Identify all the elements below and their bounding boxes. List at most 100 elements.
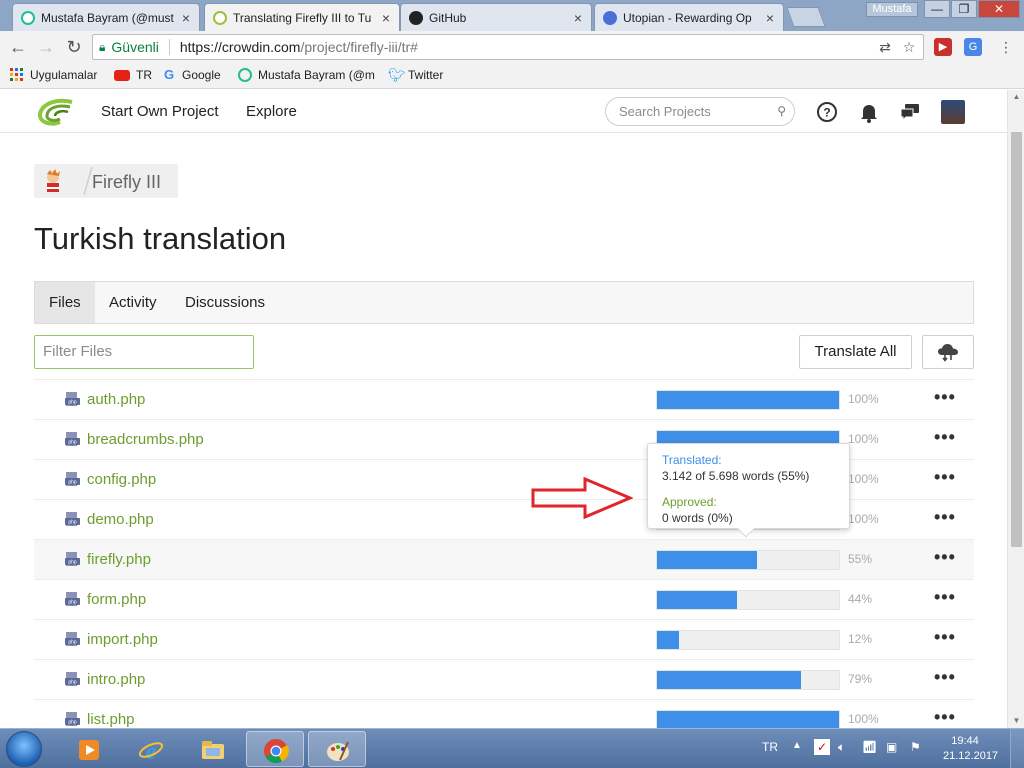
breadcrumb-project-link[interactable]: Firefly III [92, 172, 161, 193]
media-player-icon [79, 740, 99, 760]
more-options-icon[interactable]: ••• [934, 547, 956, 568]
bookmark-youtube-tr[interactable]: TR [114, 68, 152, 82]
forward-button[interactable]: → [36, 37, 56, 57]
volume-icon[interactable]: 🔈︎ [838, 740, 845, 755]
file-name-link[interactable]: form.php [87, 591, 146, 608]
bookmark-steemit[interactable]: Mustafa Bayram (@m [238, 68, 375, 82]
search-projects-input[interactable]: Search Projects ⚲ [605, 97, 795, 126]
taskbar-file-explorer[interactable] [184, 731, 242, 767]
search-icon[interactable]: ⚲ [777, 98, 786, 125]
file-row[interactable]: php import.php 12% ••• [34, 619, 974, 659]
scrollbar-thumb[interactable] [1011, 132, 1022, 547]
browser-profile-button[interactable]: Mustafa [866, 2, 918, 17]
bookmark-star-icon[interactable]: ☆ [901, 39, 917, 55]
progress-fill [657, 711, 839, 728]
translate-all-button[interactable]: Translate All [799, 335, 912, 369]
action-center-flag-icon[interactable]: ⚑ [910, 740, 921, 754]
taskbar-media-player[interactable] [60, 731, 118, 767]
tab-activity[interactable]: Activity [95, 282, 171, 323]
file-row[interactable]: php firefly.php 55% ••• [34, 539, 974, 579]
scroll-up-icon[interactable]: ▲ [1008, 90, 1024, 104]
more-options-icon[interactable]: ••• [934, 507, 956, 528]
browser-toolbar: ← → ↻ 🔒︎ Güvenli https://crowdin.com/pro… [0, 31, 1024, 63]
progress-percent: 100% [848, 392, 879, 406]
new-tab-button[interactable] [786, 7, 826, 27]
close-tab-icon[interactable]: × [379, 10, 393, 26]
taskbar-clock[interactable]: 19:44 21.12.2017 [943, 734, 998, 764]
progress-bar [656, 710, 840, 728]
messages-icon[interactable] [899, 101, 921, 123]
more-options-icon[interactable]: ••• [934, 627, 956, 648]
user-avatar[interactable] [941, 100, 965, 124]
scroll-down-icon[interactable]: ▼ [1008, 714, 1024, 728]
taskbar-paint[interactable] [308, 731, 366, 767]
antivirus-icon[interactable]: ✓ [814, 739, 830, 755]
progress-percent: 100% [848, 472, 879, 486]
file-row[interactable]: php auth.php 100% ••• [34, 379, 974, 419]
close-tab-icon[interactable]: × [763, 10, 777, 26]
more-options-icon[interactable]: ••• [934, 387, 956, 408]
taskbar-internet-explorer[interactable]: e [122, 731, 180, 767]
svg-text:php: php [68, 680, 77, 686]
file-name-link[interactable]: import.php [87, 631, 158, 648]
reload-button[interactable]: ↻ [64, 37, 84, 57]
close-tab-icon[interactable]: × [571, 10, 585, 26]
file-name-link[interactable]: list.php [87, 711, 135, 728]
more-options-icon[interactable]: ••• [934, 467, 956, 488]
google-translate-extension-icon[interactable]: G [964, 38, 982, 56]
svg-text:php: php [68, 600, 77, 606]
file-name-link[interactable]: breadcrumbs.php [87, 431, 204, 448]
file-name-link[interactable]: config.php [87, 471, 156, 488]
php-file-icon: php [65, 632, 80, 646]
extension-record-icon[interactable]: ▶ [934, 38, 952, 56]
bookmark-apps[interactable]: Uygulamalar [10, 68, 97, 82]
close-tab-icon[interactable]: × [179, 10, 193, 26]
browser-tab-steemit[interactable]: Mustafa Bayram (@must × [12, 3, 200, 31]
more-options-icon[interactable]: ••• [934, 707, 956, 728]
close-window-button[interactable]: ✕ [978, 0, 1020, 18]
translate-page-icon[interactable]: ⇄ [877, 39, 893, 55]
more-options-icon[interactable]: ••• [934, 587, 956, 608]
notifications-bell-icon[interactable] [858, 101, 880, 123]
file-row[interactable]: php intro.php 79% ••• [34, 659, 974, 699]
tab-discussions[interactable]: Discussions [171, 282, 279, 323]
file-row[interactable]: php form.php 44% ••• [34, 579, 974, 619]
bookmark-twitter[interactable]: 🐦︎ Twitter [388, 68, 443, 82]
browser-tab-utopian[interactable]: Utopian - Rewarding Op × [594, 3, 784, 31]
browser-tab-github[interactable]: GitHub × [400, 3, 592, 31]
browser-menu-icon[interactable]: ⋮ [996, 37, 1016, 57]
start-button[interactable] [6, 731, 42, 767]
file-name-link[interactable]: auth.php [87, 391, 145, 408]
show-hidden-icons-icon[interactable]: ▲ [792, 740, 802, 751]
progress-bar [656, 550, 840, 570]
show-desktop-button[interactable] [1010, 729, 1024, 768]
back-button[interactable]: ← [8, 37, 28, 57]
crowdin-icon [213, 11, 227, 25]
explore-link[interactable]: Explore [246, 103, 297, 120]
browser-tab-crowdin[interactable]: Translating Firefly III to Tu × [204, 3, 400, 32]
file-name-link[interactable]: firefly.php [87, 551, 151, 568]
help-icon[interactable]: ? [816, 101, 838, 123]
svg-text:php: php [68, 480, 77, 486]
page-scrollbar[interactable]: ▲ ▼ [1007, 90, 1024, 728]
download-button[interactable] [922, 335, 974, 369]
taskbar-chrome[interactable] [246, 731, 304, 767]
device-icon[interactable]: ▣ [886, 740, 897, 754]
more-options-icon[interactable]: ••• [934, 427, 956, 448]
tab-files[interactable]: Files [35, 282, 95, 323]
input-language-indicator[interactable]: TR [762, 740, 778, 754]
start-own-project-link[interactable]: Start Own Project [101, 103, 219, 120]
crowdin-logo[interactable] [36, 98, 74, 126]
file-row[interactable]: php list.php 100% ••• [34, 699, 974, 728]
more-options-icon[interactable]: ••• [934, 667, 956, 688]
maximize-button[interactable]: ❐ [951, 0, 977, 18]
progress-fill [657, 551, 758, 569]
address-bar[interactable]: 🔒︎ Güvenli https://crowdin.com/project/f… [92, 34, 924, 60]
file-name-link[interactable]: demo.php [87, 511, 154, 528]
file-name-link[interactable]: intro.php [87, 671, 145, 688]
network-signal-icon[interactable]: 📶︎ [862, 740, 877, 754]
bookmark-google[interactable]: G Google [164, 68, 221, 83]
filter-files-input[interactable]: Filter Files [34, 335, 254, 369]
project-avatar-icon[interactable] [40, 168, 66, 194]
minimize-button[interactable]: — [924, 0, 950, 18]
